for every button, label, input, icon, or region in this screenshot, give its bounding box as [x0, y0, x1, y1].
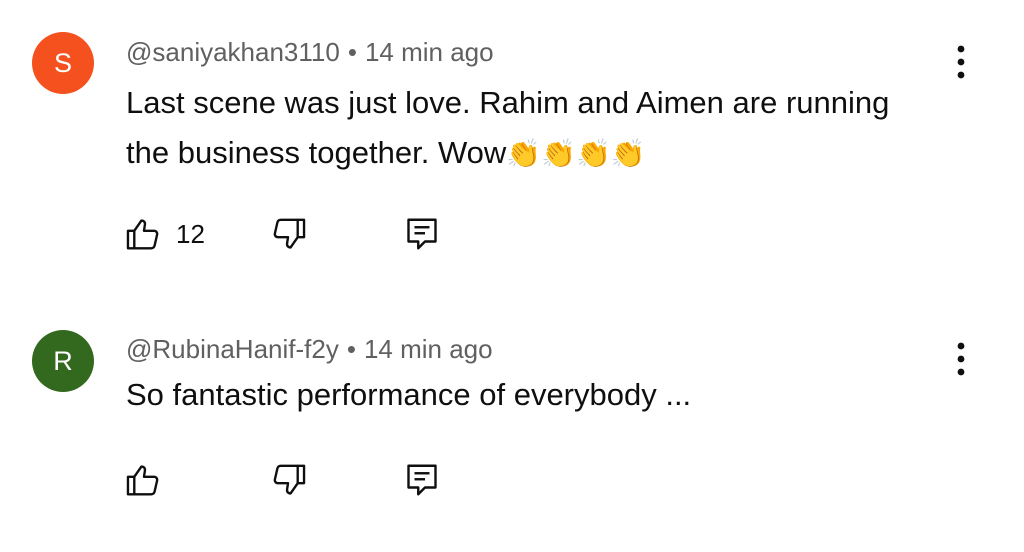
avatar[interactable]: R	[32, 330, 94, 392]
reply-button[interactable]	[404, 458, 440, 502]
more-vertical-icon	[957, 342, 965, 376]
clapping-hands-emoji: 👏👏👏👏	[506, 137, 646, 170]
comment-body: So fantastic performance of everybody ..…	[126, 377, 692, 412]
reply-icon	[407, 464, 437, 496]
meta-separator: •	[346, 334, 356, 364]
comment-text: Last scene was just love. Rahim and Aime…	[126, 78, 906, 179]
avatar-letter: R	[53, 346, 73, 376]
meta-separator: •	[347, 37, 357, 67]
like-count: 12	[176, 218, 205, 249]
comment-username[interactable]: @RubinaHanif-f2y	[126, 334, 339, 364]
like-button[interactable]: 12	[124, 212, 205, 256]
thumbs-down-icon	[273, 464, 306, 495]
dislike-button[interactable]	[270, 458, 308, 502]
reply-icon	[407, 218, 437, 250]
avatar[interactable]: S	[32, 32, 94, 94]
more-options-button[interactable]	[948, 42, 974, 82]
thumbs-up-icon	[126, 465, 159, 496]
like-button[interactable]	[124, 458, 162, 502]
more-options-button[interactable]	[948, 339, 974, 379]
reply-button[interactable]	[404, 212, 440, 256]
thumbs-down-icon	[273, 218, 306, 249]
comment-time[interactable]: 14 min ago	[364, 334, 493, 364]
comment-text: So fantastic performance of everybody ..…	[126, 370, 906, 420]
more-vertical-icon	[957, 45, 965, 79]
comment-actions	[124, 458, 544, 502]
comment-actions: 12	[124, 212, 544, 256]
thumbs-up-icon	[126, 219, 159, 250]
dislike-button[interactable]	[270, 212, 308, 256]
avatar-letter: S	[53, 48, 72, 78]
comment-meta: @saniyakhan3110 • 14 min ago	[126, 37, 494, 68]
comment-time[interactable]: 14 min ago	[365, 37, 494, 67]
comment-meta: @RubinaHanif-f2y • 14 min ago	[126, 334, 493, 365]
comment-username[interactable]: @saniyakhan3110	[126, 37, 340, 67]
